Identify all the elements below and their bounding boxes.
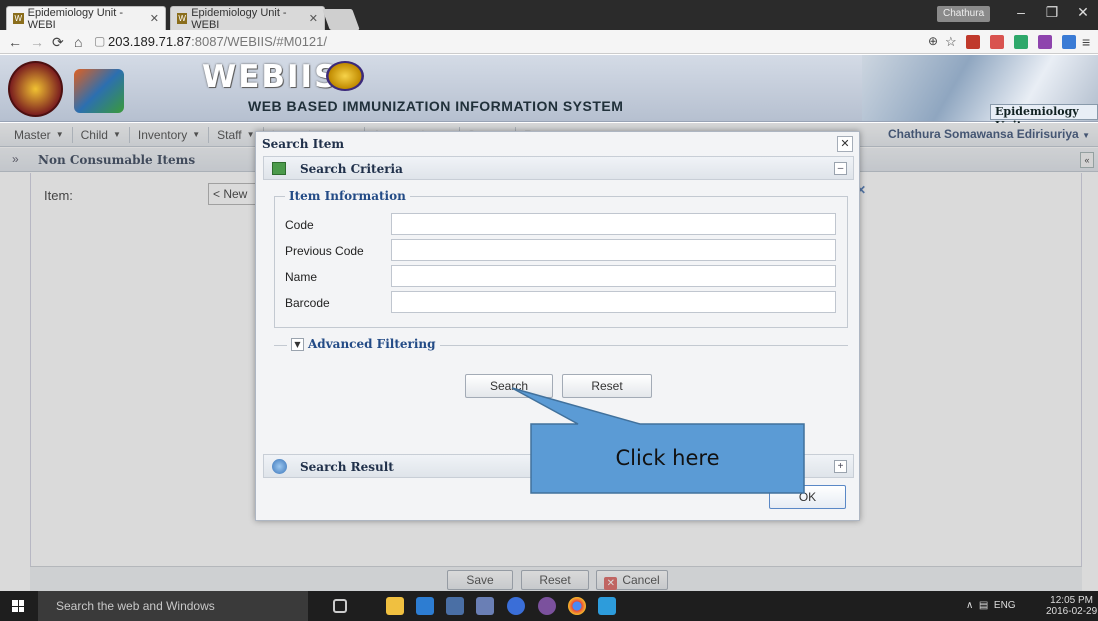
barcode-input[interactable] <box>391 291 836 313</box>
dialog-close-icon[interactable]: ✕ <box>837 136 853 152</box>
url-host: 203.189.71.87 <box>108 34 192 49</box>
favicon-icon: W <box>177 13 188 24</box>
chrome-icon[interactable] <box>568 597 586 615</box>
barcode-label: Barcode <box>285 296 330 310</box>
system-tray: ∧ ▤ ENG <box>966 600 1016 611</box>
search-criteria-header[interactable]: Search Criteria – <box>263 156 854 180</box>
clock-date: 2016-02-29 <box>1046 606 1098 617</box>
restore-icon[interactable]: ❐ <box>1037 4 1067 21</box>
close-window-icon[interactable]: ✕ <box>1068 4 1098 21</box>
file-explorer-icon[interactable] <box>386 597 404 615</box>
chevron-up-icon[interactable]: ∧ <box>966 600 973 611</box>
tab-title: Epidemiology Unit - WEBI <box>27 6 123 31</box>
app-tagline: WEB BASED IMMUNIZATION INFORMATION SYSTE… <box>248 98 624 114</box>
advanced-label: Advanced Filtering <box>308 337 436 351</box>
address-bar-row: ← → ⟳ ⌂ ▢ 203.189.71.87:8087/WEBIIS/#M01… <box>0 30 1098 54</box>
r-icon[interactable] <box>507 597 525 615</box>
bookmark-star-icon[interactable]: ☆ <box>945 34 957 50</box>
result-icon <box>272 459 287 474</box>
form-icon <box>272 162 286 175</box>
notification-icon[interactable]: ▤ <box>979 600 988 611</box>
windows-start-icon[interactable] <box>12 600 24 612</box>
page-icon: ▢ <box>94 34 106 48</box>
section-label: Search Result <box>300 460 394 474</box>
onenote-icon[interactable] <box>1038 35 1052 49</box>
language-indicator[interactable]: ENG <box>994 600 1016 611</box>
minimize-icon[interactable]: – <box>1006 4 1036 20</box>
reset-search-button[interactable]: Reset <box>562 374 652 398</box>
back-arrow-icon[interactable]: ← <box>8 34 22 50</box>
taskbar-clock[interactable]: 12:05 PM 2016-02-29 <box>1046 595 1097 617</box>
browser-tab-2[interactable]: W Epidemiology Unit - WEBI ✕ <box>170 6 325 31</box>
browser-tab-1[interactable]: W Epidemiology Unit - WEBI ✕ <box>6 6 166 31</box>
clock-time: 12:05 PM <box>1050 595 1093 606</box>
code-input[interactable] <box>391 213 836 235</box>
new-tab-button[interactable] <box>322 9 360 30</box>
previous-code-input[interactable] <box>391 239 836 261</box>
app-icon[interactable] <box>598 597 616 615</box>
outlook-icon[interactable] <box>416 597 434 615</box>
previous-code-label: Previous Code <box>285 244 364 258</box>
taskbar-search[interactable]: Search the web and Windows <box>38 591 308 621</box>
extension-icon[interactable] <box>1014 35 1028 49</box>
tab-title: Epidemiology Unit - WEBI <box>191 6 287 31</box>
callout-text: Click here <box>615 446 720 470</box>
app-icon[interactable] <box>446 597 464 615</box>
emblem-logo <box>8 61 63 117</box>
url-path: :8087/WEBIIS/#M0121/ <box>191 34 327 49</box>
code-label: Code <box>285 218 314 232</box>
tab-close-icon[interactable]: ✕ <box>309 12 318 25</box>
home-icon[interactable]: ⌂ <box>74 34 82 50</box>
windows-taskbar: Search the web and Windows ∧ ▤ ENG 12:05… <box>0 591 1098 621</box>
menu-icon[interactable]: ≡ <box>1082 34 1090 50</box>
name-label: Name <box>285 270 318 284</box>
app-icon[interactable] <box>476 597 494 615</box>
tab-close-icon[interactable]: ✕ <box>150 12 159 25</box>
reload-icon[interactable]: ⟳ <box>52 34 64 51</box>
brand-logo-icon <box>326 61 364 91</box>
zoom-icon[interactable]: ⊕ <box>928 34 938 48</box>
unit-logo <box>74 69 124 113</box>
forward-arrow-icon[interactable]: → <box>30 34 44 50</box>
fieldset-legend: Item Information <box>285 189 410 203</box>
advanced-filtering-toggle[interactable]: ▼ Advanced Filtering <box>287 337 440 351</box>
collapse-section-icon[interactable]: – <box>834 162 847 175</box>
viber-icon[interactable] <box>538 597 556 615</box>
extension-icon[interactable] <box>1062 35 1076 49</box>
section-label: Search Criteria <box>300 162 403 176</box>
name-input[interactable] <box>391 265 836 287</box>
gmail-icon[interactable] <box>990 35 1004 49</box>
extension-icon[interactable] <box>966 35 980 49</box>
unit-badge: Epidemiology Unit <box>990 104 1098 132</box>
app-banner: WEBIIS WEB BASED IMMUNIZATION INFORMATIO… <box>0 55 1098 132</box>
search-button[interactable]: Search <box>465 374 553 398</box>
app-brand: WEBIIS <box>202 59 339 95</box>
expand-down-icon: ▼ <box>291 337 304 351</box>
dialog-title: Search Item <box>262 137 345 151</box>
browser-profile-button[interactable]: Chathura <box>937 6 991 22</box>
task-view-icon[interactable] <box>333 599 347 613</box>
expand-section-icon[interactable]: + <box>834 460 847 473</box>
browser-tabstrip: W Epidemiology Unit - WEBI ✕ W Epidemiol… <box>0 0 1098 31</box>
url-field[interactable]: 203.189.71.87:8087/WEBIIS/#M0121/ <box>108 33 908 51</box>
favicon-icon: W <box>13 13 24 24</box>
